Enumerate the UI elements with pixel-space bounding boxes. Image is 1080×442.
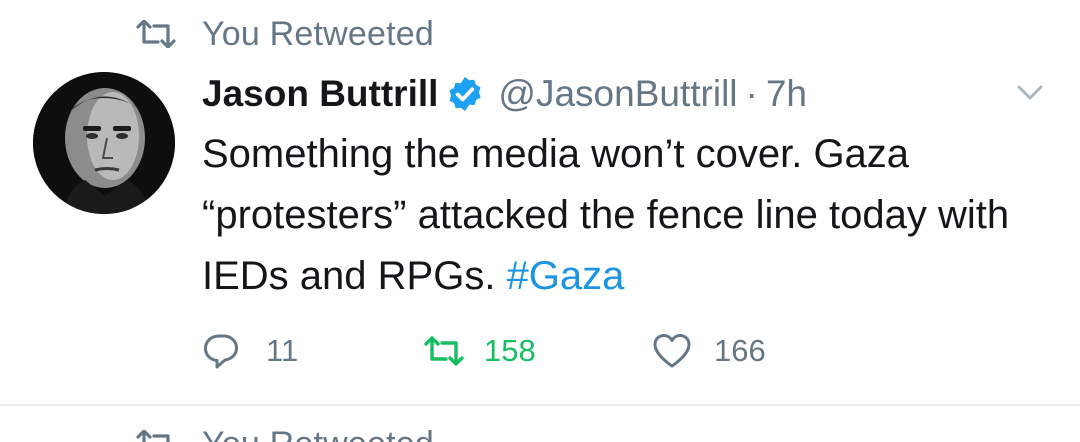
retweet-context-label: You Retweeted	[202, 14, 434, 53]
retweet-icon	[136, 20, 176, 48]
retweet-count: 158	[484, 333, 536, 368]
tweet-header: Jason Buttrill @JasonButtrill · 7h	[202, 66, 807, 122]
avatar[interactable]	[33, 72, 175, 214]
timeline-frame: You Retweeted Jason Buttrill @JasonButtr…	[0, 0, 1080, 442]
retweet-button[interactable]: 158	[424, 333, 652, 369]
reply-button[interactable]: 11	[202, 332, 424, 370]
verified-badge-icon	[449, 76, 482, 112]
next-retweet-context-label: You Retweeted	[202, 425, 434, 442]
reply-icon	[204, 334, 238, 369]
next-retweet-context: You Retweeted	[136, 424, 434, 442]
hashtag-link[interactable]: #Gaza	[507, 254, 625, 298]
chevron-down-icon[interactable]	[1016, 82, 1044, 104]
header-separator: ·	[745, 73, 758, 114]
author-display-name[interactable]: Jason Buttrill	[202, 73, 438, 115]
tweet-text: Something the media won’t cover. Gaza “p…	[202, 124, 1052, 307]
retweet-icon	[136, 430, 170, 442]
tweet-actions: 11 158 166	[202, 328, 766, 374]
like-count: 166	[714, 333, 766, 368]
reply-count: 11	[266, 333, 299, 368]
like-button[interactable]: 166	[652, 333, 766, 369]
tweet-timestamp[interactable]: 7h	[766, 73, 807, 115]
heart-icon	[653, 334, 691, 368]
avatar-photo	[33, 72, 175, 214]
retweet-icon	[424, 336, 464, 366]
author-handle[interactable]: @JasonButtrill	[498, 73, 737, 115]
retweet-context: You Retweeted	[136, 14, 434, 54]
tweet-divider	[0, 404, 1080, 406]
